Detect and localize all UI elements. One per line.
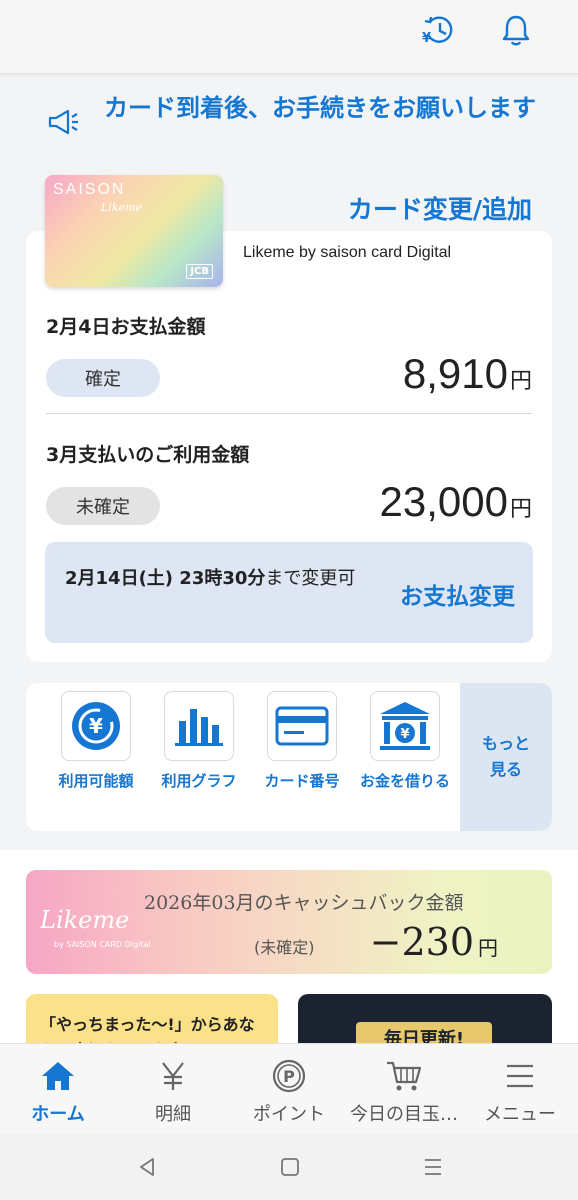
nav-daily-deals[interactable]: 今日の目玉… bbox=[346, 1058, 462, 1126]
nav-label: ホーム bbox=[31, 1104, 85, 1125]
deadline-date: 2月14日(土) 23時30分 bbox=[65, 568, 266, 589]
nav-label: メニュー bbox=[484, 1104, 556, 1125]
cart-icon bbox=[346, 1058, 462, 1094]
deadline-suffix: まで変更可 bbox=[265, 568, 356, 589]
nav-label: 今日の目玉… bbox=[350, 1104, 458, 1125]
menu-icon bbox=[462, 1058, 578, 1094]
quick-action-label: 利用グラフ bbox=[161, 772, 237, 790]
likeme-sublogo: by SAISON CARD Digital bbox=[54, 940, 151, 949]
payment-change-box: 2月14日(土) 23時30分まで変更可 お支払変更 bbox=[45, 542, 533, 643]
bell-icon[interactable] bbox=[496, 10, 536, 50]
nav-statement[interactable]: 明細 bbox=[115, 1058, 231, 1126]
yen-icon bbox=[115, 1058, 231, 1094]
bar-chart-icon bbox=[164, 691, 234, 761]
payment-title: 2月4日お支払金額 bbox=[46, 316, 206, 338]
usage-title: 3月支払いのご利用金額 bbox=[46, 444, 250, 466]
back-icon[interactable] bbox=[132, 1155, 162, 1179]
payment-amount: 8,910円 bbox=[403, 350, 532, 398]
card-name: Likeme by saison card Digital bbox=[243, 244, 452, 261]
quick-action-usage-graph[interactable]: 利用グラフ bbox=[149, 691, 249, 793]
amount-value: 8,910 bbox=[402, 350, 508, 397]
quick-action-available-amount[interactable]: ¥ 利用可能額 bbox=[46, 691, 146, 793]
status-badge: 未確定 bbox=[46, 487, 160, 525]
cashback-status: (未確定) bbox=[254, 938, 315, 957]
quick-action-label: お金を借りる bbox=[359, 772, 450, 790]
bottom-navigation: ホーム 明細 P ポイント 今日の目玉… メニュー bbox=[0, 1043, 578, 1133]
yen-history-icon[interactable]: ¥ bbox=[418, 10, 458, 50]
card-script: Likeme bbox=[101, 201, 142, 214]
svg-text:P: P bbox=[283, 1067, 295, 1086]
nav-home[interactable]: ホーム bbox=[0, 1058, 116, 1126]
home-square-icon[interactable] bbox=[275, 1155, 305, 1179]
cashback-banner[interactable]: Likeme by SAISON CARD Digital 2026年03月のキ… bbox=[26, 870, 552, 974]
yen-coin-icon: ¥ bbox=[61, 691, 131, 761]
status-badge: 確定 bbox=[46, 359, 160, 397]
card-change-link[interactable]: カード変更/追加 bbox=[348, 190, 532, 226]
change-deadline: 2月14日(土) 23時30分まで変更可 bbox=[65, 564, 365, 594]
amount-value: 23,000 bbox=[379, 478, 508, 525]
divider bbox=[46, 413, 532, 414]
amount-unit: 円 bbox=[509, 496, 532, 521]
quick-action-card-number[interactable]: カード番号 bbox=[252, 691, 352, 793]
notice-banner[interactable]: カード到着後、お手続きをお願いします bbox=[0, 78, 578, 170]
card-brand: SAISON bbox=[53, 181, 126, 198]
svg-text:¥: ¥ bbox=[400, 727, 409, 742]
quick-action-borrow[interactable]: ¥ お金を借りる bbox=[355, 691, 455, 793]
payment-change-link[interactable]: お支払変更 bbox=[400, 577, 515, 611]
recents-icon[interactable] bbox=[418, 1155, 448, 1179]
home-icon bbox=[0, 1058, 116, 1094]
usage-amount: 23,000円 bbox=[380, 478, 532, 526]
card-image[interactable]: SAISON Likeme JCB bbox=[45, 175, 223, 287]
nav-points[interactable]: P ポイント bbox=[231, 1058, 347, 1126]
cashback-unit: 円 bbox=[478, 936, 498, 960]
quick-action-label: カード番号 bbox=[264, 772, 340, 790]
quick-actions: ¥ 利用可能額 利用グラフ カード番号 ¥ お金を借りる もっと見る bbox=[26, 683, 552, 831]
more-label: もっと見る bbox=[481, 734, 530, 779]
nav-label: ポイント bbox=[253, 1104, 325, 1125]
quick-action-label: 利用可能額 bbox=[58, 772, 134, 790]
point-icon: P bbox=[231, 1058, 347, 1094]
more-button[interactable]: もっと見る bbox=[460, 683, 552, 831]
svg-text:¥: ¥ bbox=[89, 714, 103, 738]
likeme-logo: Likeme bbox=[40, 906, 130, 934]
cashback-amount: −230 円 bbox=[369, 920, 498, 964]
nav-label: 明細 bbox=[155, 1104, 191, 1125]
nav-menu[interactable]: メニュー bbox=[462, 1058, 578, 1126]
system-navigation-bar bbox=[0, 1133, 578, 1200]
bank-icon: ¥ bbox=[370, 691, 440, 761]
credit-card-icon bbox=[267, 691, 337, 761]
amount-unit: 円 bbox=[509, 368, 532, 393]
svg-text:¥: ¥ bbox=[422, 31, 431, 46]
notice-text: カード到着後、お手続きをお願いします bbox=[104, 94, 536, 122]
top-bar: ¥ bbox=[0, 0, 578, 74]
jcb-logo: JCB bbox=[186, 264, 213, 279]
megaphone-icon bbox=[46, 108, 80, 140]
cashback-title: 2026年03月のキャッシュバック金額 bbox=[144, 892, 464, 914]
